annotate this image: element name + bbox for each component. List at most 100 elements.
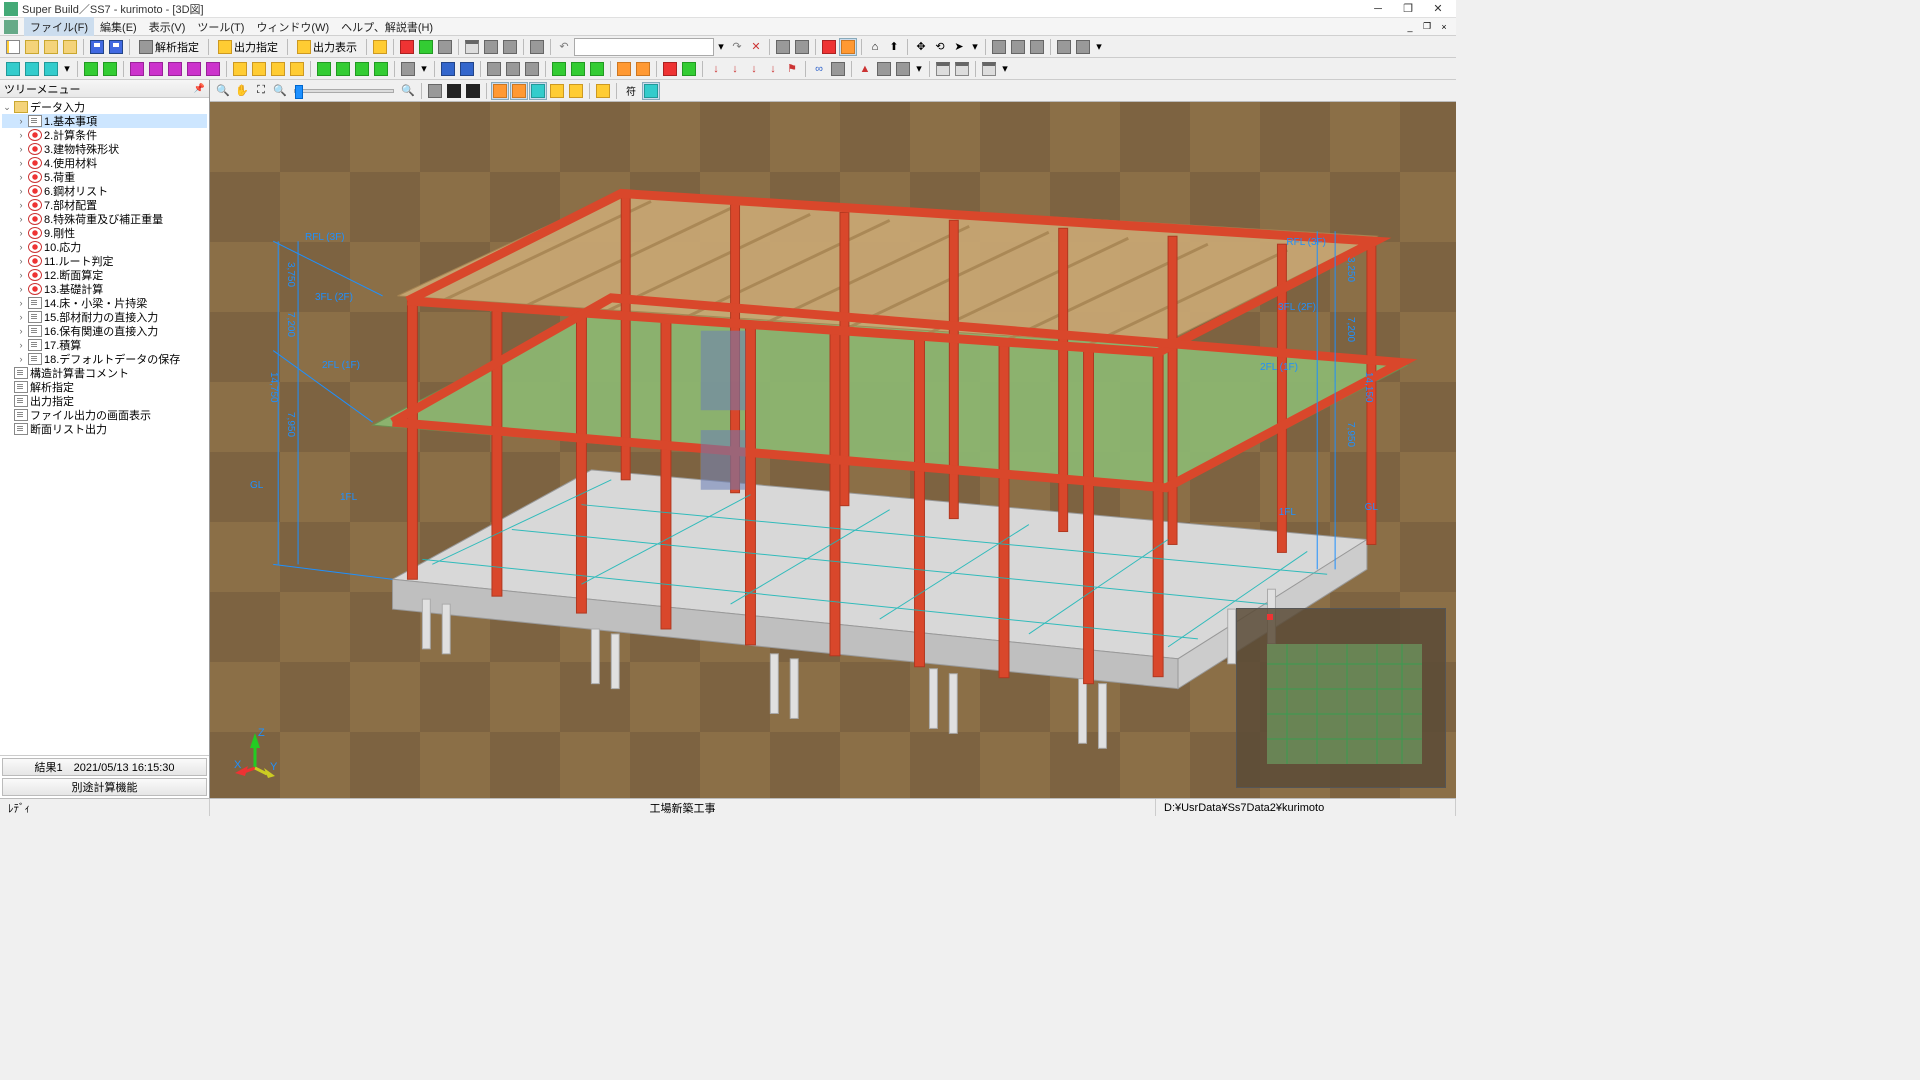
- tb-history-drop[interactable]: ▾: [715, 40, 727, 53]
- vt-zoom[interactable]: 🔍: [271, 82, 289, 100]
- tb-win5-drop[interactable]: ▾: [1093, 40, 1105, 53]
- tb2-b2[interactable]: [23, 60, 41, 78]
- tree-root[interactable]: ⌄ データ入力: [2, 100, 207, 114]
- tb2-c3[interactable]: [128, 60, 146, 78]
- tree-item-9[interactable]: ›9.剛性: [2, 226, 207, 240]
- menu-window[interactable]: ウィンドウ(W): [250, 17, 335, 37]
- close-button[interactable]: ✕: [1424, 1, 1452, 17]
- tb2-j3[interactable]: ↓: [745, 60, 763, 78]
- tb2-f1[interactable]: [439, 60, 457, 78]
- tree-item-16[interactable]: ›16.保有関連の直接入力: [2, 324, 207, 338]
- tree-item-11[interactable]: ›11.ルート判定: [2, 254, 207, 268]
- vt-shade2[interactable]: [510, 82, 528, 100]
- tb2-f3[interactable]: [485, 60, 503, 78]
- mdi-restore-button[interactable]: ❐: [1419, 20, 1435, 34]
- tree-item-10[interactable]: ›10.応力: [2, 240, 207, 254]
- tb-output-disp[interactable]: 出力表示: [292, 38, 362, 56]
- menu-tool[interactable]: ツール(T): [191, 17, 250, 37]
- tb-grid1[interactable]: [774, 38, 792, 56]
- tb2-print3[interactable]: [980, 60, 998, 78]
- vt-shade3[interactable]: [529, 82, 547, 100]
- tree-item-17[interactable]: ›17.積算: [2, 338, 207, 352]
- tb2-f2[interactable]: [458, 60, 476, 78]
- tb-open2[interactable]: [42, 38, 60, 56]
- tb2-b1[interactable]: [4, 60, 22, 78]
- tree-item-15[interactable]: ›15.部材耐力の直接入力: [2, 310, 207, 324]
- tb-pointer[interactable]: ➤: [950, 38, 968, 56]
- tb2-g1[interactable]: [550, 60, 568, 78]
- tb2-k2[interactable]: [829, 60, 847, 78]
- tb2-e2[interactable]: [334, 60, 352, 78]
- tb2-l3-drop[interactable]: ▾: [913, 62, 925, 75]
- tree-extra-3[interactable]: ファイル出力の画面表示: [2, 408, 207, 422]
- tb2-grid-drop[interactable]: ▾: [418, 62, 430, 75]
- tb-icon-a5[interactable]: [482, 38, 500, 56]
- menu-edit[interactable]: 編集(E): [94, 17, 143, 37]
- tb2-print3-drop[interactable]: ▾: [999, 62, 1011, 75]
- tb2-j5[interactable]: ⚑: [783, 60, 801, 78]
- vt-shade4[interactable]: [548, 82, 566, 100]
- tree-extra-4[interactable]: 断面リスト出力: [2, 422, 207, 436]
- tree-item-12[interactable]: ›12.断面算定: [2, 268, 207, 282]
- tb-win5[interactable]: [1074, 38, 1092, 56]
- tb-icon-a7[interactable]: [528, 38, 546, 56]
- tree-item-5[interactable]: ›5.荷重: [2, 170, 207, 184]
- vt-crop[interactable]: ⛶: [252, 82, 270, 100]
- menu-file[interactable]: ファイル(F): [24, 17, 94, 37]
- tb-history-combo[interactable]: [574, 38, 714, 56]
- tree-item-14[interactable]: ›14.床・小梁・片持梁: [2, 296, 207, 310]
- tb2-grid[interactable]: [399, 60, 417, 78]
- tb2-j2[interactable]: ↓: [726, 60, 744, 78]
- tb2-print2[interactable]: [953, 60, 971, 78]
- vt-fit[interactable]: 🔍: [399, 82, 417, 100]
- maximize-button[interactable]: ❐: [1394, 1, 1422, 17]
- vt-v3[interactable]: [464, 82, 482, 100]
- vt-last[interactable]: [642, 82, 660, 100]
- tb2-j1[interactable]: ↓: [707, 60, 725, 78]
- tb2-b3[interactable]: [42, 60, 60, 78]
- tb-pointer-drop[interactable]: ▾: [969, 40, 981, 53]
- tb2-c2[interactable]: [101, 60, 119, 78]
- tb2-i2[interactable]: [680, 60, 698, 78]
- tb2-i1[interactable]: [661, 60, 679, 78]
- tb2-b3-drop[interactable]: ▾: [61, 62, 73, 75]
- tb-grid4[interactable]: [839, 38, 857, 56]
- tb2-j4[interactable]: ↓: [764, 60, 782, 78]
- vt-zoom-slider[interactable]: [294, 89, 394, 93]
- tb2-print1[interactable]: [934, 60, 952, 78]
- vt-symbol[interactable]: 符: [621, 82, 641, 100]
- vt-v1[interactable]: [426, 82, 444, 100]
- tb-open[interactable]: [23, 38, 41, 56]
- tb-icon-a2[interactable]: [398, 38, 416, 56]
- vt-v2[interactable]: [445, 82, 463, 100]
- mini-map[interactable]: [1236, 608, 1446, 788]
- tb2-d4[interactable]: [288, 60, 306, 78]
- tb-rotate[interactable]: ⟲: [931, 38, 949, 56]
- tb-nav-home[interactable]: ⌂: [866, 38, 884, 56]
- tb-nav-up[interactable]: ⬆: [885, 38, 903, 56]
- tree-extra-2[interactable]: 出力指定: [2, 394, 207, 408]
- minimize-button[interactable]: ─: [1364, 1, 1392, 17]
- tb-save[interactable]: [88, 38, 106, 56]
- tb2-e4[interactable]: [372, 60, 390, 78]
- tb-icon-a1[interactable]: [371, 38, 389, 56]
- tb2-c6[interactable]: [185, 60, 203, 78]
- mdi-minimize-button[interactable]: _: [1402, 20, 1418, 34]
- tb-icon-a3[interactable]: [417, 38, 435, 56]
- tree-item-2[interactable]: ›2.計算条件: [2, 128, 207, 142]
- tb2-e1[interactable]: [315, 60, 333, 78]
- menu-help[interactable]: ヘルプ、解説書(H): [335, 17, 439, 37]
- tb2-f4[interactable]: [504, 60, 522, 78]
- tb2-g3[interactable]: [588, 60, 606, 78]
- tree-extra-1[interactable]: 解析指定: [2, 380, 207, 394]
- tb2-h1[interactable]: [615, 60, 633, 78]
- tb2-d1[interactable]: [231, 60, 249, 78]
- tb-win2[interactable]: [1009, 38, 1027, 56]
- tb-saveas[interactable]: [107, 38, 125, 56]
- tree-pin-icon[interactable]: 📌: [194, 83, 205, 94]
- tb-analysis-spec[interactable]: 解析指定: [134, 38, 204, 56]
- tree-extra-0[interactable]: 構造計算書コメント: [2, 366, 207, 380]
- tree-footer-extra[interactable]: 別途計算機能: [2, 778, 207, 796]
- tree-item-8[interactable]: ›8.特殊荷重及び補正重量: [2, 212, 207, 226]
- tree-body[interactable]: ⌄ データ入力 ›1.基本事項›2.計算条件›3.建物特殊形状›4.使用材料›5…: [0, 98, 209, 755]
